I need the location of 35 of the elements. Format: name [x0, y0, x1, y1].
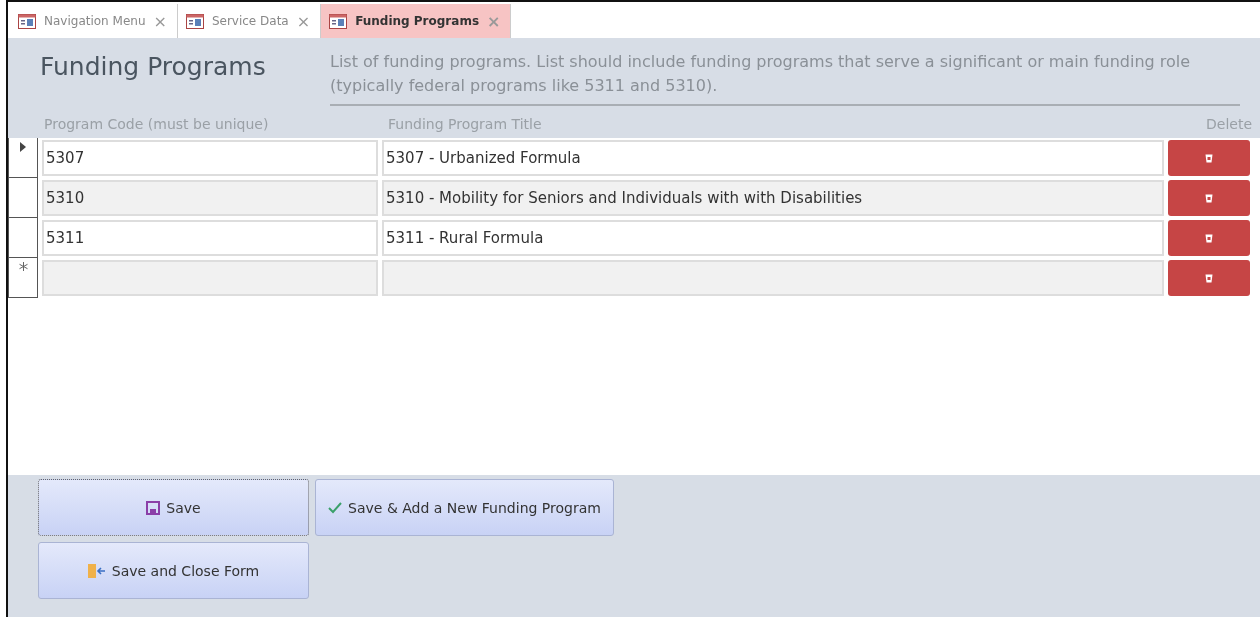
code-field[interactable]: 5307: [42, 140, 378, 176]
check-icon: [328, 501, 343, 514]
record-selector[interactable]: [8, 138, 38, 178]
form-title: Funding Programs: [40, 51, 267, 83]
save-and-add-button[interactable]: Save & Add a New Funding Program: [315, 479, 614, 536]
trash-icon: [1205, 193, 1213, 203]
delete-button[interactable]: [1168, 180, 1250, 216]
trash-icon: [1205, 153, 1213, 163]
record-selector[interactable]: [8, 218, 38, 258]
save-and-close-button[interactable]: Save and Close Form: [38, 542, 309, 599]
code-field[interactable]: 5310: [42, 180, 378, 216]
exit-icon: [87, 563, 106, 578]
title-field[interactable]: 5311 - Rural Formula: [382, 220, 1164, 256]
form-icon: [18, 13, 36, 29]
record-selector[interactable]: [8, 258, 38, 298]
document-tab[interactable]: Funding Programs ×: [321, 4, 512, 38]
delete-button[interactable]: [1168, 140, 1250, 176]
column-header: Funding Program Title: [387, 116, 543, 132]
delete-button[interactable]: [1168, 260, 1250, 296]
title-field[interactable]: 5310 - Mobility for Seniors and Individuals with with Disabilities: [382, 180, 1164, 216]
trash-icon: [1205, 273, 1213, 283]
delete-button[interactable]: [1168, 220, 1250, 256]
trash-icon: [1205, 233, 1213, 243]
code-field[interactable]: 5311: [42, 220, 378, 256]
code-field[interactable]: [42, 260, 378, 296]
title-field[interactable]: [382, 260, 1164, 296]
title-field[interactable]: 5307 - Urbanized Formula: [382, 140, 1164, 176]
save-button[interactable]: Save: [38, 479, 309, 536]
form-icon: [185, 13, 204, 29]
column-header: Delete: [1205, 116, 1253, 132]
current-record-icon: [20, 142, 26, 152]
record-selector[interactable]: [8, 178, 38, 218]
column-header: Program Code (must be unique): [43, 116, 270, 132]
form-icon: [329, 13, 348, 29]
new-record-icon: [18, 262, 28, 271]
